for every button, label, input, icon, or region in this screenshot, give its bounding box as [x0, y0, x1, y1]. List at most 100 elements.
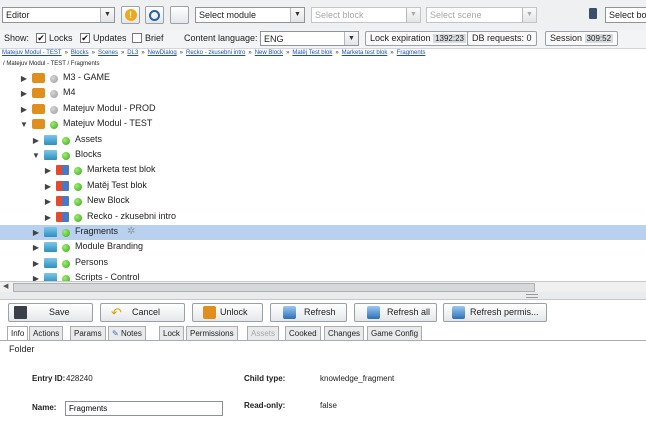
info-button[interactable]: !: [121, 6, 140, 24]
breadcrumb-link[interactable]: New Block: [255, 50, 283, 56]
unlock-button[interactable]: Unlock: [192, 303, 263, 322]
expand-arrow-icon[interactable]: ▶: [20, 89, 28, 98]
cancel-button[interactable]: ↶ Cancel: [100, 303, 185, 322]
tree-node[interactable]: ▶ New Block: [0, 194, 646, 209]
block-icon: [56, 196, 69, 207]
search-icon: [149, 10, 160, 21]
breadcrumb-link[interactable]: Scenes: [98, 50, 118, 56]
cancel-button-label: Cancel: [132, 307, 161, 317]
tab-label: Notes: [120, 329, 142, 338]
horizontal-scrollbar[interactable]: ◀: [0, 281, 646, 292]
loading-gear-icon: ✲: [127, 226, 136, 237]
tab-label: Assets: [251, 329, 276, 338]
expand-arrow-icon[interactable]: ▶: [20, 105, 28, 114]
breadcrumb-link[interactable]: Fragments: [397, 50, 426, 56]
expand-arrow-icon[interactable]: ▶: [32, 228, 40, 237]
unlock-icon: [203, 306, 216, 319]
content-language-select[interactable]: ENG ▼: [260, 31, 359, 46]
breadcrumb-link[interactable]: DL3: [127, 50, 138, 56]
collapse-arrow-icon[interactable]: ▼: [32, 151, 40, 160]
module-select[interactable]: Select module ▼: [195, 7, 305, 23]
tree-node-label: M3 - GAME: [63, 72, 111, 82]
expand-arrow-icon[interactable]: ▶: [32, 243, 40, 252]
expand-arrow-icon[interactable]: ▶: [32, 259, 40, 268]
tree-node[interactable]: ▶ Marketa test blok: [0, 163, 646, 178]
breadcrumb-separator: »: [390, 50, 394, 56]
lock-expiration-display: Lock expiration 1392:23: [365, 31, 471, 46]
tree-node[interactable]: ▶ Persons: [0, 256, 646, 271]
tab-info[interactable]: Info: [7, 326, 29, 341]
tab-label: Permissions: [190, 329, 234, 338]
updates-checkbox[interactable]: ✔: [80, 33, 90, 43]
tab-changes[interactable]: Changes: [324, 326, 365, 340]
session-label: Session: [550, 33, 583, 43]
tree-node[interactable]: ▶ Recko - zkusebni intro: [0, 210, 646, 225]
save-button[interactable]: Save: [8, 303, 93, 322]
tab-label: Game Config: [371, 329, 419, 338]
block-select[interactable]: Select block ▼: [311, 7, 421, 23]
panel-splitter[interactable]: [0, 292, 646, 300]
refresh-button[interactable]: Refresh: [270, 303, 347, 322]
expand-arrow-icon[interactable]: ▶: [44, 182, 52, 191]
tree-node[interactable]: ▶ Matejuv Modul - PROD: [0, 102, 646, 117]
expand-arrow-icon[interactable]: ▶: [32, 274, 40, 281]
folder-icon: [44, 242, 57, 253]
brief-checkbox[interactable]: [132, 33, 142, 43]
mode-select[interactable]: Editor ▼: [2, 7, 115, 23]
tab-assets[interactable]: Assets: [247, 326, 280, 340]
scroll-left-icon[interactable]: ◀: [3, 282, 8, 290]
tab-game-config[interactable]: Game Config: [367, 326, 423, 340]
refresh-permissions-icon: [452, 306, 465, 319]
scrollbar-thumb[interactable]: [13, 283, 535, 292]
locks-checkbox[interactable]: ✔: [36, 33, 46, 43]
tree-node[interactable]: ▶ Assets: [0, 133, 646, 148]
blank-button[interactable]: [170, 6, 189, 24]
name-input[interactable]: [65, 401, 223, 416]
tree-node[interactable]: ▶ M3 - GAME: [0, 71, 646, 86]
breadcrumb-separator: »: [120, 50, 125, 56]
expand-arrow-icon[interactable]: ▶: [44, 166, 52, 175]
tab-params[interactable]: Params: [70, 326, 106, 340]
tree-node[interactable]: ▼ Blocks: [0, 148, 646, 163]
refresh-permissions-button[interactable]: Refresh permis...: [443, 303, 547, 322]
scene-select[interactable]: Select scene ▼: [426, 7, 537, 23]
select-block-button[interactable]: Select bo: [605, 7, 646, 23]
expand-arrow-icon[interactable]: ▶: [44, 197, 52, 206]
breadcrumb-link[interactable]: Marketa test blok: [342, 50, 388, 56]
tree-node[interactable]: ▶ Matěj Test blok: [0, 179, 646, 194]
collapse-arrow-icon[interactable]: ▼: [20, 120, 28, 129]
folder-icon: [44, 227, 57, 237]
status-dot-icon: [74, 182, 82, 191]
lock-icon: [32, 88, 45, 99]
breadcrumb-link[interactable]: Matejuv Modul - TEST: [2, 50, 62, 56]
splitter-grip[interactable]: [526, 294, 538, 298]
expand-arrow-icon[interactable]: ▶: [20, 74, 28, 83]
breadcrumb-link[interactable]: NewDialog: [148, 50, 177, 56]
locks-label: Locks: [49, 33, 73, 43]
content-language-label: Content language:: [184, 33, 258, 43]
tab-notes[interactable]: ✎ Notes: [108, 326, 146, 340]
updates-label: Updates: [93, 33, 127, 43]
tab-lock[interactable]: Lock: [159, 326, 184, 340]
status-dot-icon: [50, 105, 58, 114]
tab-actions[interactable]: Actions: [29, 326, 64, 340]
breadcrumb-link[interactable]: Recko - zkusebni intro: [186, 50, 245, 56]
status-dot-icon: [62, 136, 70, 145]
breadcrumb-separator: »: [248, 50, 252, 56]
refresh-all-button[interactable]: Refresh all: [354, 303, 437, 322]
db-requests-value: 0: [526, 33, 532, 43]
tree-node[interactable]: ▶ Fragments ✲: [0, 225, 646, 240]
chevron-down-icon: ▼: [100, 8, 114, 22]
tree-node[interactable]: ▶ M4: [0, 86, 646, 101]
tab-permissions[interactable]: Permissions: [186, 326, 238, 340]
breadcrumb-link[interactable]: Matěj Test blok: [292, 50, 332, 56]
tree-node[interactable]: ▶ Scripts - Control: [0, 271, 646, 281]
tab-cooked[interactable]: Cooked: [285, 326, 321, 340]
tree-node[interactable]: ▶ Module Branding: [0, 240, 646, 255]
tree-node[interactable]: ▼ Matejuv Modul - TEST: [0, 117, 646, 132]
status-dot-icon: [62, 152, 70, 160]
breadcrumb-link[interactable]: Blocks: [71, 50, 89, 56]
expand-arrow-icon[interactable]: ▶: [32, 136, 40, 145]
expand-arrow-icon[interactable]: ▶: [44, 213, 52, 222]
search-button[interactable]: [145, 6, 164, 24]
